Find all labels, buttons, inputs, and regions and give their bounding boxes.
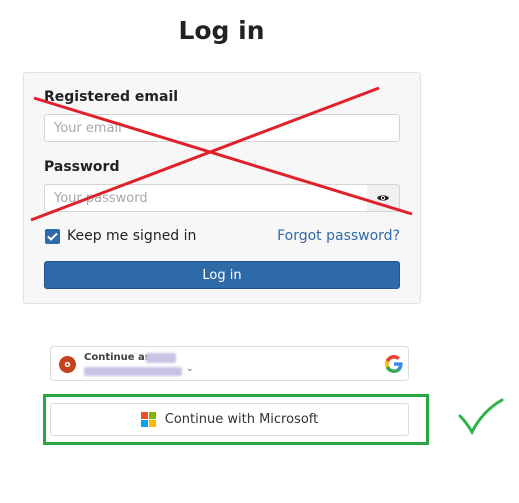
email-field[interactable] bbox=[44, 114, 400, 142]
continue-as-label: Continue as bbox=[84, 352, 151, 363]
eye-icon bbox=[377, 195, 389, 201]
microsoft-button-label: Continue with Microsoft bbox=[164, 412, 319, 427]
page-title: Log in bbox=[178, 16, 265, 45]
login-card: Registered email Password Keep me signed… bbox=[23, 72, 421, 304]
checkmark-icon bbox=[47, 232, 58, 241]
green-checkmark-annotation bbox=[458, 398, 504, 436]
microsoft-logo-icon bbox=[140, 412, 156, 427]
show-password-button[interactable] bbox=[367, 184, 400, 212]
password-label: Password bbox=[44, 159, 120, 175]
password-field[interactable] bbox=[44, 184, 368, 212]
forgot-password-link[interactable]: Forgot password? bbox=[277, 228, 400, 244]
keep-signed-in-checkbox[interactable] bbox=[45, 229, 60, 244]
login-button[interactable]: Log in bbox=[44, 261, 400, 289]
email-label: Registered email bbox=[44, 89, 179, 105]
continue-with-microsoft-button[interactable]: Continue with Microsoft bbox=[50, 403, 409, 436]
google-logo-icon bbox=[385, 355, 403, 373]
continue-with-google-button[interactable]: o Continue as ⌄ bbox=[50, 346, 409, 381]
avatar: o bbox=[59, 356, 76, 373]
chevron-down-icon[interactable]: ⌄ bbox=[186, 364, 194, 374]
redacted-name bbox=[146, 353, 176, 363]
redacted-email bbox=[84, 367, 182, 376]
keep-signed-in-label[interactable]: Keep me signed in bbox=[67, 228, 196, 244]
